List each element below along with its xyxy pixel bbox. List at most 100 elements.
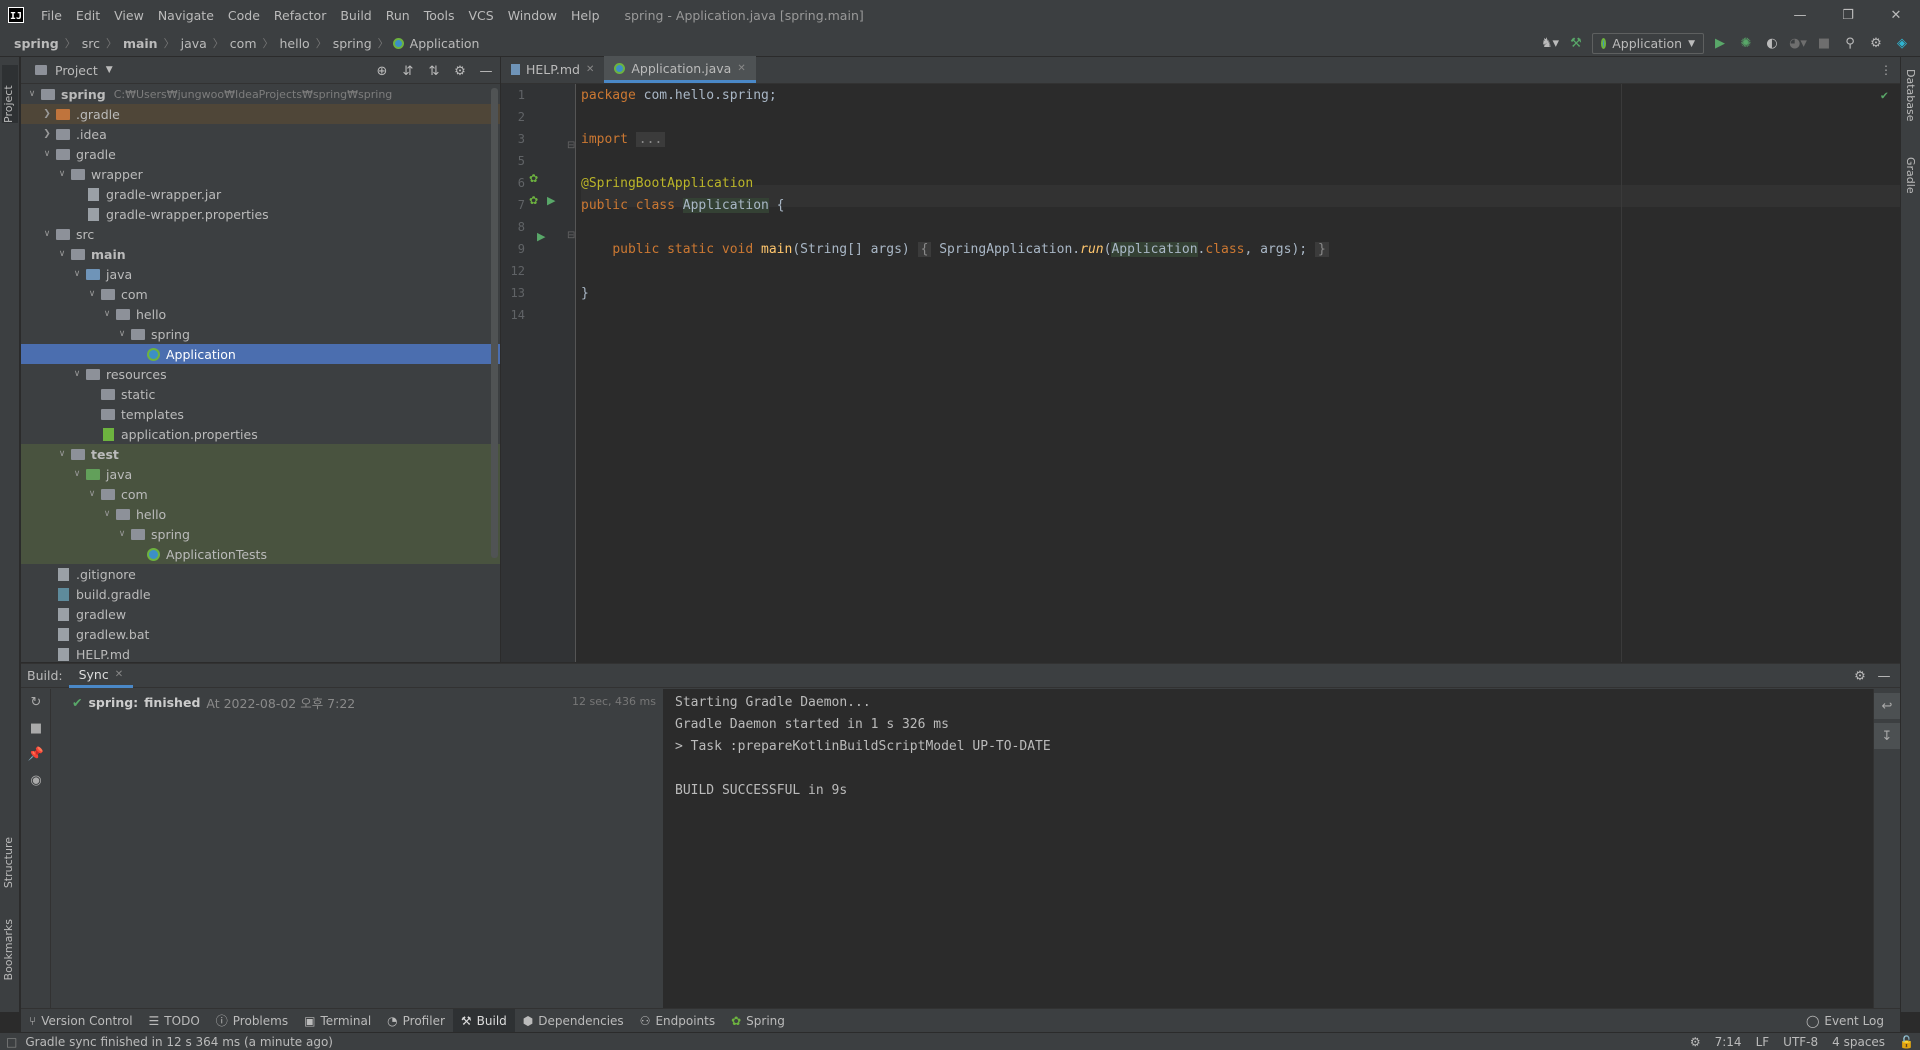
fold-icon[interactable]: ⊟	[567, 140, 575, 151]
tool-tab-version-control[interactable]: ⑂ Version Control	[21, 1009, 141, 1033]
tool-tab-endpoints[interactable]: ⚇ Endpoints	[632, 1009, 723, 1033]
tool-tab-dependencies[interactable]: ⬢ Dependencies	[515, 1009, 632, 1033]
tree-item[interactable]: ❯ .idea	[21, 124, 500, 144]
fold-icon[interactable]: ⊟	[567, 230, 575, 241]
folded-imports[interactable]: ...	[635, 132, 666, 147]
chevron-down-icon[interactable]: ∨	[100, 309, 114, 319]
tool-tab-problems[interactable]: ⓘ Problems	[208, 1009, 296, 1033]
spring-bean-icon[interactable]: ✿	[529, 194, 538, 207]
soft-wrap-icon[interactable]: ↩	[1874, 693, 1900, 719]
chevron-down-icon[interactable]: ∨	[85, 489, 99, 499]
code-area[interactable]: package com.hello.spring; import ... @Sp…	[581, 84, 1900, 662]
breadcrumb-item[interactable]: com	[228, 36, 259, 51]
run-icon[interactable]: ▶	[1710, 34, 1730, 54]
hide-icon[interactable]: —	[476, 61, 496, 81]
menu-help[interactable]: Help	[564, 8, 607, 23]
sync-icon[interactable]: ↻	[21, 689, 51, 715]
tree-item[interactable]: ∨ src	[21, 224, 500, 244]
close-icon[interactable]: ✕	[586, 64, 594, 75]
sync-entry[interactable]: ✔ spring: finished At 2022-08-02 오후 7:22	[72, 693, 355, 712]
tab-sync[interactable]: Sync ✕	[68, 664, 134, 688]
tree-item[interactable]: ❯ .gradle	[21, 104, 500, 124]
menu-code[interactable]: Code	[221, 8, 267, 23]
chevron-down-icon[interactable]: ∨	[55, 169, 69, 179]
gear-icon[interactable]: ⚙	[1850, 666, 1870, 686]
menu-tools[interactable]: Tools	[417, 8, 462, 23]
chevron-down-icon[interactable]: ∨	[40, 149, 54, 159]
locate-icon[interactable]: ⊕	[372, 61, 392, 81]
editor-tab[interactable]: Application.java ✕	[604, 56, 756, 83]
chevron-down-icon[interactable]: ∨	[115, 529, 129, 539]
notifications-icon[interactable]: ⚙	[1690, 1035, 1701, 1049]
breadcrumb-item[interactable]: spring	[331, 36, 374, 51]
tree-item[interactable]: gradlew.bat	[21, 624, 500, 644]
editor-tab[interactable]: HELP.md ✕	[501, 56, 604, 83]
menu-window[interactable]: Window	[501, 8, 564, 23]
build-console[interactable]: Starting Gradle Daemon... Gradle Daemon s…	[663, 689, 1873, 1013]
tree-item[interactable]: ∨ spring	[21, 524, 500, 544]
chevron-down-icon[interactable]: ∨	[115, 329, 129, 339]
menu-navigate[interactable]: Navigate	[151, 8, 221, 23]
tree-item[interactable]: ∨ resources	[21, 364, 500, 384]
breadcrumb-item[interactable]: main	[121, 36, 160, 51]
indent-setting[interactable]: 4 spaces	[1832, 1035, 1885, 1049]
close-button[interactable]: ✕	[1872, 0, 1920, 30]
menu-refactor[interactable]: Refactor	[267, 8, 333, 23]
profile-icon[interactable]: ◕▾	[1788, 34, 1808, 54]
line-separator[interactable]: LF	[1756, 1035, 1770, 1049]
tree-item[interactable]: application.properties	[21, 424, 500, 444]
menu-vcs[interactable]: VCS	[462, 8, 501, 23]
breadcrumb-item[interactable]: java	[179, 36, 209, 51]
tool-tab-gradle[interactable]: Gradle	[1904, 157, 1917, 194]
tree-item[interactable]: HELP.md	[21, 644, 500, 662]
jetbrains-toolbox-icon[interactable]: ◈	[1892, 34, 1912, 54]
build-hammer-icon[interactable]: ⚒	[1566, 34, 1586, 54]
close-icon[interactable]: ✕	[737, 63, 745, 74]
chevron-right-icon[interactable]: ❯	[40, 109, 54, 119]
minimize-button[interactable]: —	[1776, 0, 1824, 30]
tree-item[interactable]: gradlew	[21, 604, 500, 624]
tool-tab-profiler[interactable]: ◔ Profiler	[379, 1009, 453, 1033]
scroll-to-end-icon[interactable]: ↧	[1874, 723, 1900, 749]
chevron-down-icon[interactable]: ∨	[25, 89, 39, 99]
project-view-select[interactable]: Project	[55, 63, 98, 78]
tree-item[interactable]: ∨ test	[21, 444, 500, 464]
hide-icon[interactable]: —	[1874, 666, 1894, 686]
lock-icon[interactable]: 🔓	[1899, 1035, 1914, 1049]
eye-icon[interactable]: ◉	[21, 767, 51, 793]
settings-gear-icon[interactable]: ⚙	[1866, 34, 1886, 54]
tree-item[interactable]: gradle-wrapper.properties	[21, 204, 500, 224]
chevron-down-icon[interactable]: ∨	[70, 469, 84, 479]
chevron-down-icon[interactable]: ∨	[55, 249, 69, 259]
expand-all-icon[interactable]: ⇵	[398, 61, 418, 81]
tree-item[interactable]: gradle-wrapper.jar	[21, 184, 500, 204]
tree-item[interactable]: ∨ com	[21, 484, 500, 504]
tree-item[interactable]: .gitignore	[21, 564, 500, 584]
tool-tab-bookmarks[interactable]: Bookmarks	[2, 919, 15, 980]
event-log-button[interactable]: ◯ Event Log	[1798, 1009, 1892, 1033]
caret-position[interactable]: 7:14	[1715, 1035, 1742, 1049]
chevron-down-icon[interactable]: ∨	[40, 229, 54, 239]
tree-item[interactable]: ∨ main	[21, 244, 500, 264]
tree-item[interactable]: ∨ java	[21, 264, 500, 284]
tree-item[interactable]: ∨ gradle	[21, 144, 500, 164]
tree-item[interactable]: ∨ com	[21, 284, 500, 304]
tree-item[interactable]: ∨ hello	[21, 504, 500, 524]
tree-item[interactable]: static	[21, 384, 500, 404]
gear-icon[interactable]: ⚙	[450, 61, 470, 81]
debug-icon[interactable]: ✺	[1736, 34, 1756, 54]
file-encoding[interactable]: UTF-8	[1783, 1035, 1818, 1049]
chevron-down-icon[interactable]: ∨	[100, 509, 114, 519]
coverage-icon[interactable]: ◐	[1762, 34, 1782, 54]
tree-item[interactable]: ∨ spring	[21, 324, 500, 344]
tree-item[interactable]: ∨ wrapper	[21, 164, 500, 184]
stop-icon[interactable]: ■	[1814, 34, 1834, 54]
status-message[interactable]: Gradle sync finished in 12 s 364 ms (a m…	[25, 1035, 333, 1049]
run-gutter-icon[interactable]: ▶	[547, 194, 555, 207]
breadcrumb-item[interactable]: spring	[12, 36, 61, 51]
breadcrumb-item[interactable]: hello	[278, 36, 312, 51]
scrollbar[interactable]	[491, 88, 498, 558]
tree-item[interactable]: ∨ java	[21, 464, 500, 484]
restore-button[interactable]: ❐	[1824, 0, 1872, 30]
tree-item[interactable]: templates	[21, 404, 500, 424]
